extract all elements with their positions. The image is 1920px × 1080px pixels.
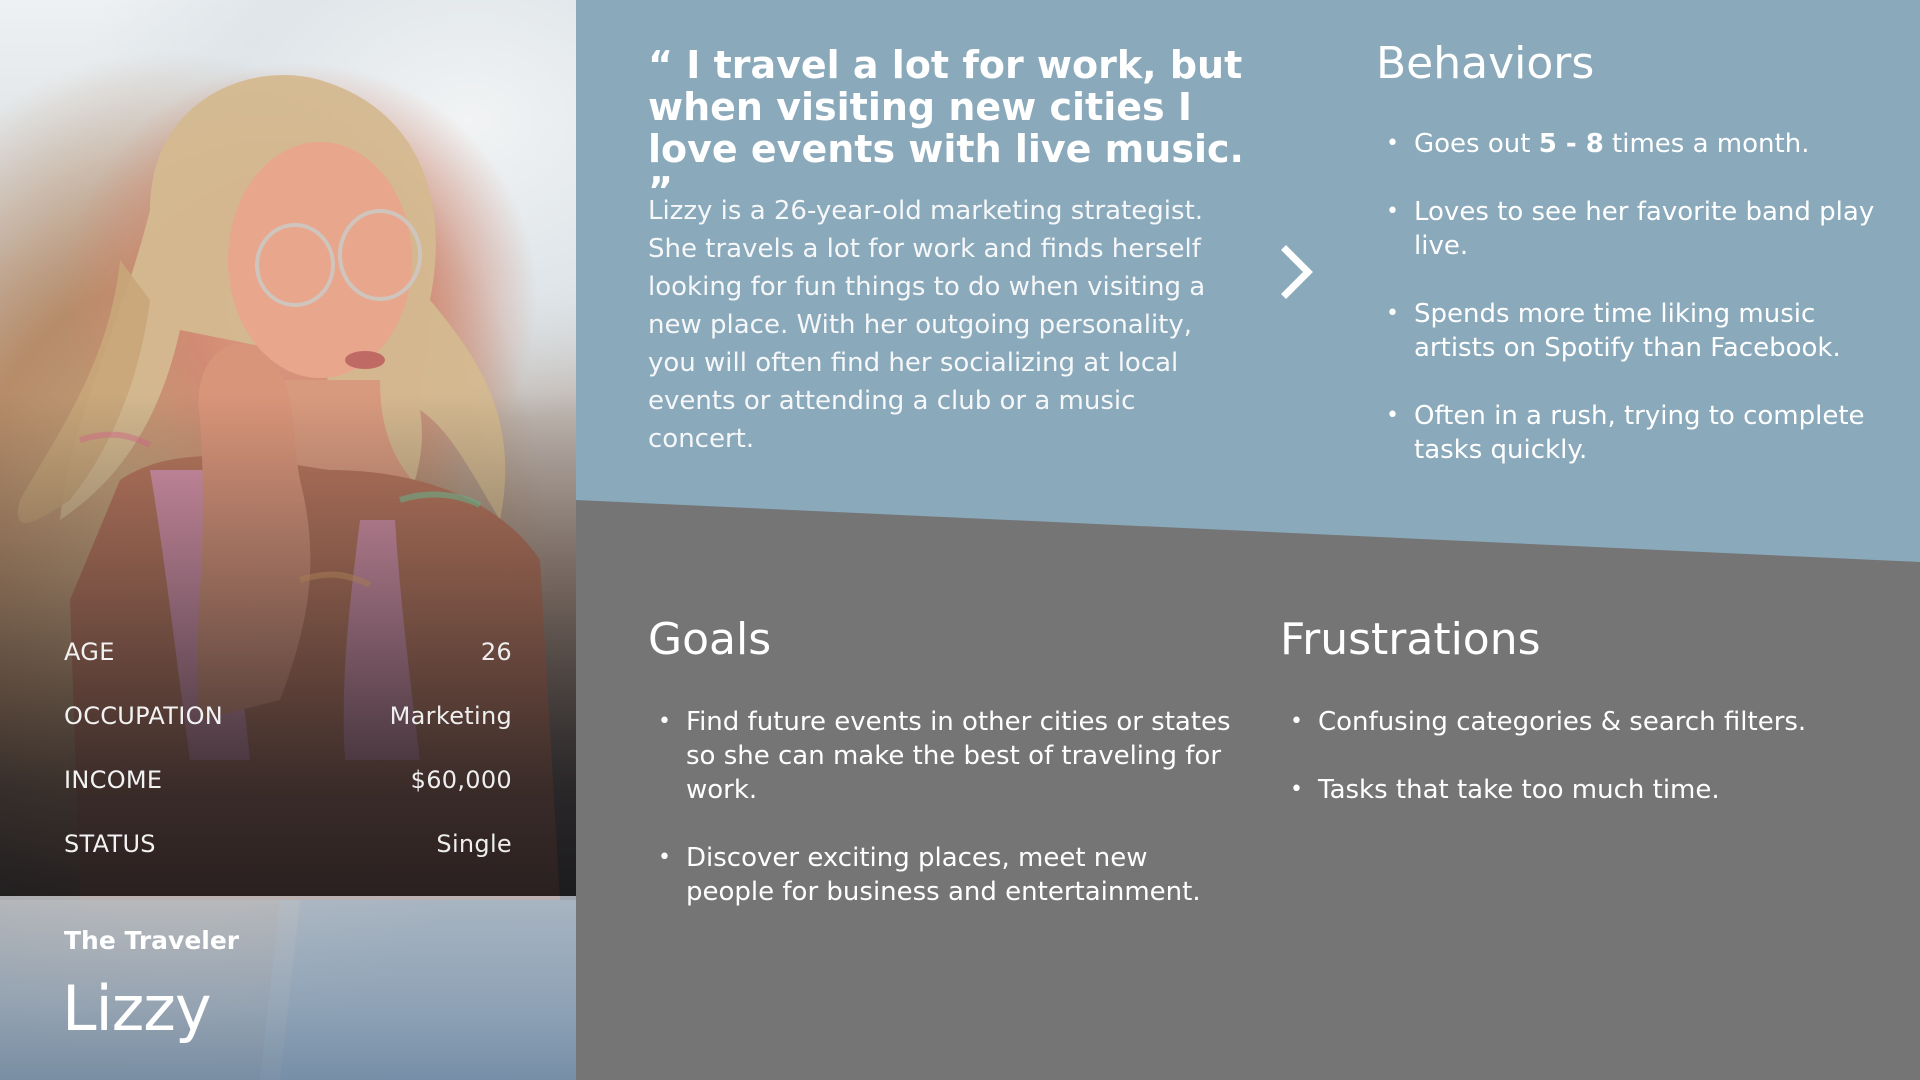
bullet-icon: • — [1386, 403, 1399, 428]
behaviors-list: • Goes out 5 - 8 times a month. • Loves … — [1376, 127, 1896, 501]
stat-row-age: AGE 26 — [64, 620, 512, 684]
bullet-icon: • — [658, 845, 671, 870]
persona-type: The Traveler — [64, 926, 240, 955]
frustrations-list: • Confusing categories & search filters.… — [1280, 705, 1820, 841]
frustrations-title: Frustrations — [1280, 614, 1541, 665]
stat-row-income: INCOME $60,000 — [64, 748, 512, 812]
stat-value: 26 — [480, 638, 512, 666]
list-item: • Spends more time liking music artists … — [1376, 297, 1896, 365]
stat-row-occupation: OCCUPATION Marketing — [64, 684, 512, 748]
persona-slide: AGE 26 OCCUPATION Marketing INCOME $60,0… — [0, 0, 1920, 1080]
stat-value: Single — [436, 830, 512, 858]
behavior-text: Spends more time liking music artists on… — [1414, 299, 1841, 363]
bullet-icon: • — [1290, 709, 1303, 734]
stat-value: $60,000 — [410, 766, 512, 794]
persona-bio: Lizzy is a 26-year-old marketing strateg… — [648, 196, 1206, 454]
behavior-emphasis: 5 - 8 — [1538, 129, 1604, 159]
list-item: • Often in a rush, trying to complete ta… — [1376, 399, 1896, 467]
frustration-text: Confusing categories & search filters. — [1318, 707, 1807, 737]
persona-photo: AGE 26 OCCUPATION Marketing INCOME $60,0… — [0, 0, 576, 1080]
goals-list: • Find future events in other cities or … — [648, 705, 1238, 943]
behavior-text: Loves to see her favorite band play live… — [1414, 197, 1875, 261]
list-item: • Find future events in other cities or … — [648, 705, 1238, 807]
frustration-text: Tasks that take too much time. — [1318, 775, 1720, 805]
stat-label: INCOME — [64, 766, 163, 794]
persona-stats: AGE 26 OCCUPATION Marketing INCOME $60,0… — [64, 620, 512, 876]
persona-quote: “ I travel a lot for work, but when visi… — [648, 43, 1244, 213]
bullet-icon: • — [1386, 199, 1399, 224]
behavior-text: Often in a rush, trying to complete task… — [1414, 401, 1865, 465]
stat-value: Marketing — [389, 702, 512, 730]
stat-label: STATUS — [64, 830, 156, 858]
stat-label: OCCUPATION — [64, 702, 224, 730]
stat-label: AGE — [64, 638, 115, 666]
stat-row-status: STATUS Single — [64, 812, 512, 876]
behavior-text: times a month. — [1603, 129, 1810, 159]
bullet-icon: • — [1386, 131, 1399, 156]
chevron-right-icon — [1281, 245, 1313, 299]
bullet-icon: • — [658, 709, 671, 734]
goals-title: Goals — [648, 614, 772, 665]
list-item: • Tasks that take too much time. — [1280, 773, 1820, 807]
list-item: • Goes out 5 - 8 times a month. — [1376, 127, 1896, 161]
bullet-icon: • — [1290, 777, 1303, 802]
goal-text: Find future events in other cities or st… — [686, 707, 1231, 805]
list-item: • Discover exciting places, meet new peo… — [648, 841, 1238, 909]
list-item: • Loves to see her favorite band play li… — [1376, 195, 1896, 263]
behavior-text: Goes out — [1414, 129, 1539, 159]
goal-text: Discover exciting places, meet new peopl… — [686, 843, 1201, 907]
bullet-icon: • — [1386, 301, 1399, 326]
persona-name: Lizzy — [62, 972, 212, 1045]
list-item: • Confusing categories & search filters. — [1280, 705, 1820, 739]
behaviors-title: Behaviors — [1376, 38, 1595, 89]
